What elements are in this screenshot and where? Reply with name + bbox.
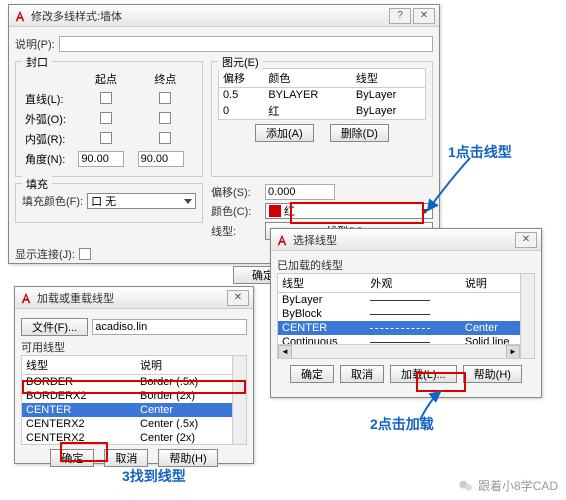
annotation-2: 2点击加载 xyxy=(370,414,434,434)
app-a-icon xyxy=(13,9,27,23)
add-button[interactable]: 添加(A) xyxy=(255,124,314,142)
close-icon[interactable]: ✕ xyxy=(515,232,537,248)
th-desc: 说明 xyxy=(136,356,246,375)
cancel-button[interactable]: 取消 xyxy=(340,365,384,383)
th-ltype: 线型 xyxy=(352,69,425,88)
close-icon[interactable]: ✕ xyxy=(413,8,435,24)
list-item[interactable]: ByBlock xyxy=(278,307,534,321)
ltype-label: 线型: xyxy=(211,223,261,239)
offset-label: 偏移(S): xyxy=(211,184,261,200)
file-button[interactable]: 文件(F)... xyxy=(21,318,88,336)
th-ltype: 线型 xyxy=(22,356,136,375)
dialog-modify-mline: 修改多线样式:墙体 ? ✕ 说明(P): 封口 起点 终点 直线(L): xyxy=(8,4,440,264)
dialog-load-linetype: 加载或重载线型 ✕ 文件(F)... 可用线型 线型 说明 BORDERBord… xyxy=(14,286,254,464)
list-item[interactable]: ByLayer xyxy=(278,293,534,308)
annotation-3: 3找到线型 xyxy=(122,466,186,486)
annotation-1: 1点击线型 xyxy=(448,142,512,162)
list-item[interactable]: CENTERX2Center (2x) xyxy=(22,431,246,445)
col-start: 起点 xyxy=(77,70,134,88)
app-a-icon xyxy=(19,291,33,305)
chevron-down-icon xyxy=(184,199,192,204)
outer-label: 外弧(O): xyxy=(24,110,75,128)
th-ltype: 线型 xyxy=(278,274,366,293)
help-button[interactable]: 帮助(H) xyxy=(463,365,522,383)
list-item-selected[interactable]: CENTERCenter xyxy=(22,403,246,417)
chevron-down-icon xyxy=(421,209,429,214)
avail-list[interactable]: 线型 说明 BORDERBorder (.5x) BORDERX2Border … xyxy=(21,355,247,445)
color-label: 颜色(C): xyxy=(211,203,261,219)
scroll-left-icon[interactable]: ◄ xyxy=(278,345,292,359)
fillcolor-label: 填充颜色(F): xyxy=(22,193,83,209)
dialog-title: 选择线型 xyxy=(293,232,515,248)
line-end-chk[interactable] xyxy=(159,92,171,104)
showjoint-label: 显示连接(J): xyxy=(15,246,75,262)
angle-end-input[interactable] xyxy=(138,151,184,167)
angle-start-input[interactable] xyxy=(78,151,124,167)
offset-input[interactable] xyxy=(265,184,335,200)
titlebar: 选择线型 ✕ xyxy=(271,229,541,251)
titlebar: 修改多线样式:墙体 ? ✕ xyxy=(9,5,439,27)
dialog-title: 加载或重载线型 xyxy=(37,290,227,306)
caps-title: 封口 xyxy=(22,54,52,70)
help-icon[interactable]: ? xyxy=(389,8,411,24)
fillcolor-value: 口 无 xyxy=(91,193,116,209)
dialog-title: 修改多线样式:墙体 xyxy=(31,8,389,24)
list-item[interactable]: CENTERX2Center (.5x) xyxy=(22,417,246,431)
table-row[interactable]: 0红ByLayer xyxy=(219,102,425,120)
table-row[interactable]: 0.5BYLAYERByLayer xyxy=(219,88,425,103)
scrollbar-vertical[interactable] xyxy=(232,356,246,444)
delete-button[interactable]: 删除(D) xyxy=(330,124,389,142)
th-look: 外观 xyxy=(366,274,460,293)
fill-title: 填充 xyxy=(22,176,52,192)
color-dropdown[interactable]: 红 xyxy=(265,203,433,219)
col-end: 终点 xyxy=(137,70,194,88)
cancel-button[interactable]: 取消 xyxy=(104,449,148,467)
caps-group: 封口 起点 终点 直线(L): 外弧(O): 内弧(R): 角度(N): xyxy=(15,61,203,177)
desc-input[interactable] xyxy=(59,36,433,52)
outer-end-chk[interactable] xyxy=(159,112,171,124)
scrollbar-vertical[interactable] xyxy=(520,274,534,358)
color-value: 红 xyxy=(284,203,295,219)
loaded-label: 已加载的线型 xyxy=(277,257,535,273)
help-button[interactable]: 帮助(H) xyxy=(158,449,217,467)
elements-group: 图元(E) 偏移 颜色 线型 0.5BYLAYERByLayer 0红ByLay… xyxy=(211,61,433,177)
linetype-list[interactable]: 线型 外观 说明 ByLayer ByBlock CENTERCenter Co… xyxy=(277,273,535,359)
footer-source: 跟着小8学CAD xyxy=(458,477,558,494)
ok-button[interactable]: 确定 xyxy=(50,449,94,467)
inner-end-chk[interactable] xyxy=(159,132,171,144)
app-a-icon xyxy=(275,233,289,247)
inner-label: 内弧(R): xyxy=(24,130,75,148)
list-item[interactable]: BORDERX2Border (2x) xyxy=(22,389,246,403)
outer-start-chk[interactable] xyxy=(100,112,112,124)
fill-group: 填充 填充颜色(F): 口 无 xyxy=(15,183,203,223)
load-button[interactable]: 加载(L)... xyxy=(390,365,457,383)
line-start-chk[interactable] xyxy=(100,92,112,104)
desc-label: 说明(P): xyxy=(15,36,55,52)
th-offset: 偏移 xyxy=(219,69,264,88)
color-chip-icon xyxy=(269,205,281,217)
footer-text: 跟着小8学CAD xyxy=(478,477,558,494)
list-item-selected[interactable]: CENTERCenter xyxy=(278,321,534,335)
showjoint-chk[interactable] xyxy=(79,248,91,260)
angle-label: 角度(N): xyxy=(24,150,75,168)
line-label: 直线(L): xyxy=(24,90,75,108)
titlebar: 加载或重载线型 ✕ xyxy=(15,287,253,309)
inner-start-chk[interactable] xyxy=(100,132,112,144)
file-input[interactable] xyxy=(92,319,247,335)
avail-label: 可用线型 xyxy=(21,339,247,355)
close-icon[interactable]: ✕ xyxy=(227,290,249,306)
th-color: 颜色 xyxy=(264,69,352,88)
scrollbar-horizontal[interactable]: ◄ ► xyxy=(278,344,520,358)
dialog-select-linetype: 选择线型 ✕ 已加载的线型 线型 外观 说明 ByLayer ByBlock C… xyxy=(270,228,542,398)
ok-button[interactable]: 确定 xyxy=(290,365,334,383)
elements-title: 图元(E) xyxy=(218,54,263,70)
scroll-right-icon[interactable]: ► xyxy=(506,345,520,359)
list-item[interactable]: BORDERBorder (.5x) xyxy=(22,375,246,390)
wechat-icon xyxy=(458,478,474,494)
elements-table[interactable]: 偏移 颜色 线型 0.5BYLAYERByLayer 0红ByLayer -0.… xyxy=(219,69,425,120)
fillcolor-dropdown[interactable]: 口 无 xyxy=(87,193,196,209)
